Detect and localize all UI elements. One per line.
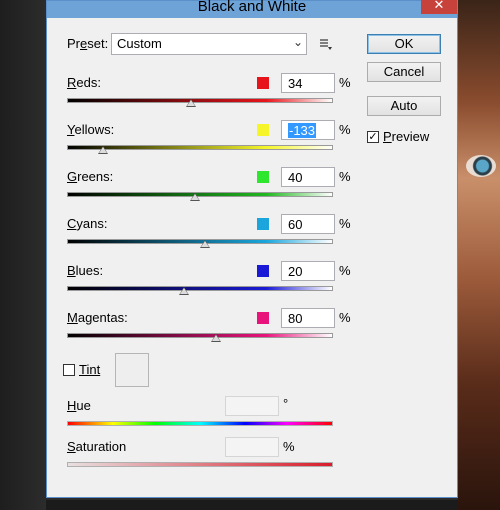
chevron-down-icon: ⌄	[292, 35, 303, 49]
cyans-slider-thumb[interactable]	[200, 240, 211, 248]
tint-checkbox[interactable]	[63, 364, 75, 376]
checkmark-icon: ✓	[368, 131, 378, 143]
blues-percent: %	[339, 263, 351, 278]
saturation-label: Saturation	[67, 439, 127, 454]
black-and-white-dialog: Black and White ✕ Preset: Custom ⌄ Reds:…	[46, 0, 458, 498]
blues-slider-track[interactable]	[67, 286, 333, 291]
background-canvas-left	[0, 0, 46, 510]
tint-color-swatch[interactable]	[115, 353, 149, 387]
cyans-percent: %	[339, 216, 351, 231]
saturation-slider-track[interactable]	[67, 462, 333, 467]
yellows-percent: %	[339, 122, 351, 137]
greens-slider-track[interactable]	[67, 192, 333, 197]
greens-percent: %	[339, 169, 351, 184]
channel-label-magentas: Magentas:	[67, 310, 128, 325]
close-button[interactable]: ✕	[421, 0, 457, 14]
yellows-swatch	[257, 124, 269, 136]
preset-options-icon[interactable]	[319, 37, 333, 51]
tint-label: Tint	[79, 362, 101, 377]
saturation-input[interactable]	[225, 437, 279, 457]
ok-button[interactable]: OK	[367, 34, 441, 54]
magentas-swatch	[257, 312, 269, 324]
channel-label-reds: Reds:	[67, 75, 101, 90]
hue-unit: °	[283, 396, 289, 411]
preset-label: Preset:	[67, 36, 109, 51]
background-photo	[458, 0, 500, 510]
blues-input[interactable]: 20	[281, 261, 335, 281]
greens-swatch	[257, 171, 269, 183]
magentas-slider-thumb[interactable]	[210, 334, 221, 342]
hue-input[interactable]	[225, 396, 279, 416]
reds-slider-track[interactable]	[67, 98, 333, 103]
preview-label: Preview	[383, 129, 430, 144]
hue-slider-track[interactable]	[67, 421, 333, 426]
magentas-slider-track[interactable]	[67, 333, 333, 338]
title-bar[interactable]: Black and White ✕	[47, 0, 457, 18]
cyans-input[interactable]: 60	[281, 214, 335, 234]
magentas-input[interactable]: 80	[281, 308, 335, 328]
preset-value: Custom	[117, 36, 162, 51]
greens-input[interactable]: 40	[281, 167, 335, 187]
preview-checkbox[interactable]: ✓	[367, 131, 379, 143]
magentas-percent: %	[339, 310, 351, 325]
blues-swatch	[257, 265, 269, 277]
reds-percent: %	[339, 75, 351, 90]
blues-slider-thumb[interactable]	[179, 287, 190, 295]
reds-swatch	[257, 77, 269, 89]
preset-select[interactable]: Custom ⌄	[111, 33, 307, 55]
reds-input[interactable]: 34	[281, 73, 335, 93]
greens-slider-thumb[interactable]	[189, 193, 200, 201]
cyans-swatch	[257, 218, 269, 230]
yellows-slider-thumb[interactable]	[97, 146, 108, 154]
saturation-unit: %	[283, 439, 295, 454]
channel-label-blues: Blues:	[67, 263, 104, 278]
reds-slider-thumb[interactable]	[186, 99, 197, 107]
channel-label-yellows: Yellows:	[67, 122, 115, 137]
background-canvas-bottom	[46, 500, 458, 510]
hue-label: Hue	[67, 398, 91, 413]
channel-label-greens: Greens:	[67, 169, 114, 184]
auto-button[interactable]: Auto	[367, 96, 441, 116]
yellows-input[interactable]: -133	[281, 120, 335, 140]
channel-label-cyans: Cyans:	[67, 216, 108, 231]
photo-eye	[466, 155, 496, 177]
cancel-button[interactable]: Cancel	[367, 62, 441, 82]
dialog-title: Black and White	[197, 0, 307, 15]
